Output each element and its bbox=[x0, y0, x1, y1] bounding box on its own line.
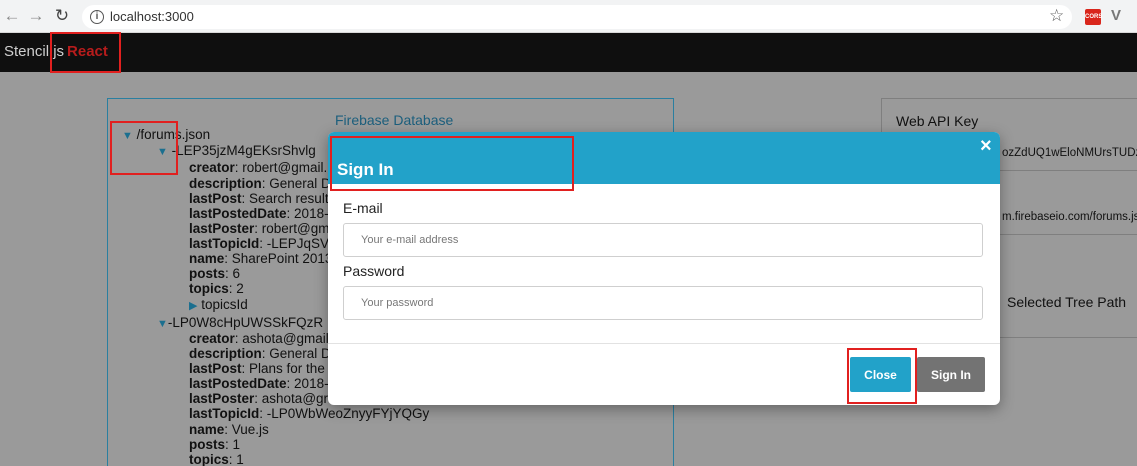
tree-field: lastTopicId: -LEPJqSV bbox=[189, 236, 330, 251]
address-bar[interactable]: i localhost:3000 bbox=[82, 5, 1072, 29]
url-text[interactable]: localhost:3000 bbox=[110, 9, 194, 24]
panel-title: Firebase Database bbox=[335, 112, 454, 128]
tree-field: posts: 6 bbox=[189, 266, 241, 281]
tree-field: description: General D bbox=[189, 346, 331, 361]
app-navbar: Stencil.js React bbox=[0, 33, 1137, 72]
reload-icon[interactable]: ↻ bbox=[52, 6, 72, 26]
back-arrow-icon[interactable]: ← bbox=[2, 6, 22, 26]
info-icon[interactable]: i bbox=[90, 10, 104, 24]
tree-field: lastPoster: robert@gm bbox=[189, 221, 330, 236]
highlight-box-tree bbox=[110, 121, 178, 175]
tree-field: name: Vue.js bbox=[189, 422, 269, 437]
tree-field: lastTopicId: -LP0WbWeoZnyyFYjYQGy bbox=[189, 406, 430, 421]
tree-node-2[interactable]: ▼-LP0W8cHpUWSSkFQzR bbox=[157, 315, 323, 330]
tree-field: topics: 1 bbox=[189, 452, 244, 466]
cors-extension-icon[interactable]: CORS bbox=[1085, 9, 1102, 25]
tree-field: lastPostedDate: 2018- bbox=[189, 376, 329, 391]
browser-toolbar: ← → ↻ i localhost:3000 ☆ CORS V bbox=[0, 0, 1137, 33]
tree-field: lastPost: Search result bbox=[189, 191, 329, 206]
highlight-box-close bbox=[847, 348, 917, 404]
password-field[interactable] bbox=[343, 286, 983, 320]
email-label: E-mail bbox=[343, 200, 383, 216]
forward-arrow-icon[interactable]: → bbox=[26, 6, 46, 26]
tree-child-topicsid[interactable]: ▶ topicsId bbox=[189, 297, 248, 312]
collapsed-triangle-icon[interactable]: ▶ bbox=[189, 300, 197, 312]
expanded-triangle-icon[interactable]: ▼ bbox=[157, 318, 168, 330]
tree-node-1[interactable]: ▼ -LEP35jzM4gEKsrShvlg bbox=[157, 143, 316, 158]
tree-field: creator: robert@gmail. bbox=[189, 160, 328, 175]
tree-field: lastPoster: ashota@gr bbox=[189, 391, 329, 406]
api-key-label: Web API Key bbox=[896, 113, 979, 129]
tree-field: lastPost: Plans for the bbox=[189, 361, 325, 376]
email-field[interactable] bbox=[343, 223, 983, 257]
highlight-box-react bbox=[50, 32, 121, 73]
v-extension-icon[interactable]: V bbox=[1111, 7, 1121, 24]
sign-in-button[interactable]: Sign In bbox=[917, 357, 985, 392]
highlight-box-title bbox=[330, 136, 574, 191]
tree-field: name: SharePoint 2013 bbox=[189, 251, 333, 266]
tree-field: description: General D bbox=[189, 176, 331, 191]
password-label: Password bbox=[343, 263, 405, 279]
tree-field: topics: 2 bbox=[189, 281, 244, 296]
bookmark-star-icon[interactable]: ☆ bbox=[1049, 6, 1064, 26]
tree-field: posts: 1 bbox=[189, 437, 241, 452]
close-icon[interactable]: × bbox=[980, 135, 992, 158]
tree-field: creator: ashota@gmail bbox=[189, 331, 329, 346]
tree-field: lastPostedDate: 2018- bbox=[189, 206, 329, 221]
